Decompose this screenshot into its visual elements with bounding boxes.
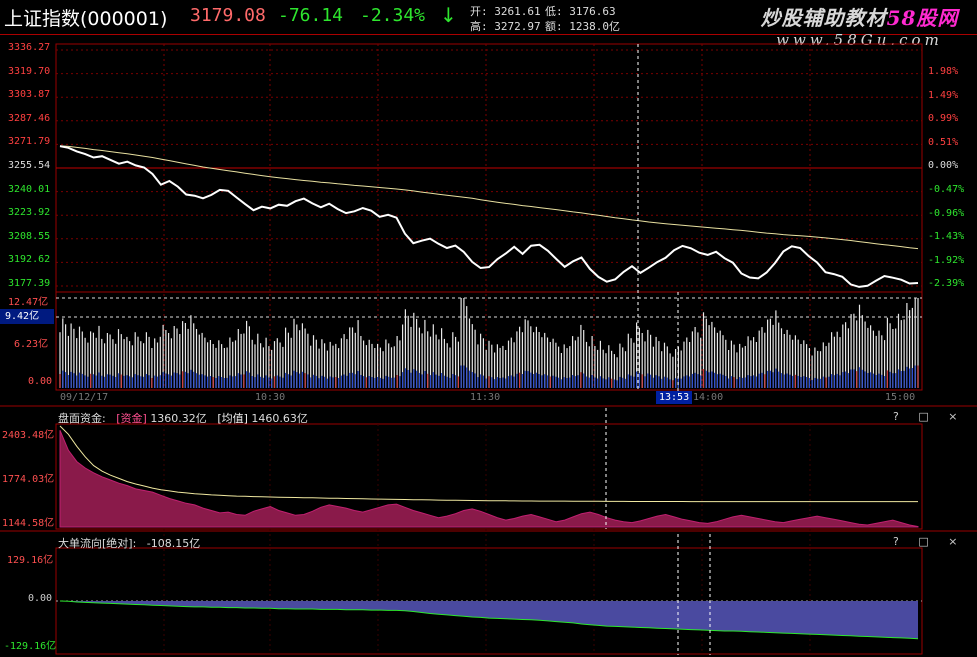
pct-axis-label: -1.92% [928,254,965,266]
price-axis-label: 3319.70 [8,65,51,77]
cursor-time-badge: 13:53 [656,391,693,404]
volume-zero-label: 0.00 [28,376,53,387]
pct-axis-label: -1.43% [928,231,965,243]
fund-average-line [59,425,918,503]
bigorder-zero-label: 0.00 [28,593,53,604]
fund-area-layer [59,425,919,528]
time-label-date: 09/12/17 [60,392,109,403]
fund-average-value: 1460.63亿 [251,412,308,425]
price-line [59,145,919,288]
fund-panel-title: 盘面资金: [资金] 1360.32亿 [均值] 1460.63亿 [58,410,308,426]
chart-canvas [0,43,977,655]
bigorder-min-label: -129.16亿 [4,641,57,652]
volume-mid-label: 6.23亿 [14,339,49,350]
bigorder-value: -108.15亿 [146,537,201,550]
pct-axis-label: -0.47% [928,184,965,195]
price-axis-label: 3223.92 [8,207,51,219]
pct-axis-label: 0.51% [928,136,959,148]
bigorder-panel-controls[interactable]: ? □ × [893,535,965,548]
pct-axis-label: 1.98% [928,66,959,77]
pct-axis-label: 0.00% [928,160,959,172]
time-label-1130: 11:30 [470,392,501,403]
price-axis-label: 3208.55 [8,230,51,242]
price-axis-label: 3177.39 [8,278,51,289]
time-label-1500: 15:00 [885,392,916,403]
series-lines [59,145,919,288]
bigorder-area-layer [56,600,922,640]
crosshair-lines [605,44,711,655]
time-label-1030: 10:30 [255,392,286,403]
fund-tag-capital: [资金] [116,412,147,425]
price-axis-label: 3303.87 [8,89,51,101]
price-axis-label: 3255.54 [8,160,51,171]
fund-area [59,430,919,528]
volume-max-label: 12.47亿 [8,297,49,308]
volume-cursor-label: 9.42亿 [0,309,54,324]
price-axis-label: 3271.79 [8,136,51,148]
price-axis-label: 3240.01 [8,183,51,195]
bigorder-panel-title: 大单流向[绝对]: -108.15亿 [58,535,200,551]
bigorder-max-label: 129.16亿 [7,555,54,566]
price-axis-label: 3336.27 [8,42,51,53]
fund-title: 盘面资金: [58,412,106,425]
fund-panel-controls[interactable]: ? □ × [893,410,965,423]
price-axis-label: 3192.62 [8,254,51,266]
time-label-1400: 14:00 [693,392,724,403]
price-axis-label: 3287.46 [8,112,51,124]
fund-tag-average: [均值] [217,412,248,425]
pct-axis-label: -0.96% [928,207,965,219]
pct-axis-label: -2.39% [928,278,965,290]
pct-axis-label: 1.49% [928,89,959,101]
average-price-line [59,145,919,250]
fund-max-label: 2403.48亿 [2,430,55,441]
fund-capital-value: 1360.32亿 [150,412,207,425]
pct-axis-label: 0.99% [928,113,959,125]
fund-mid-label: 1774.03亿 [2,474,55,485]
bigorder-title: 大单流向[绝对]: [58,537,137,550]
volume-bars [56,297,922,388]
fund-min-label: 1144.58亿 [2,518,55,529]
